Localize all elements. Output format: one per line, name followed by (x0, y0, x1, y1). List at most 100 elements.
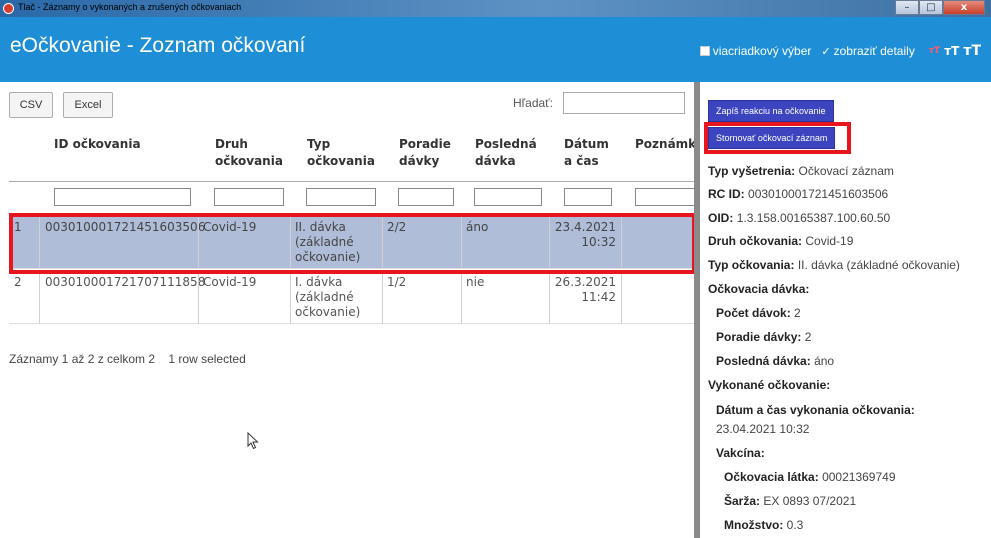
cell-druh: Covid-19 (203, 275, 257, 289)
minimize-button[interactable]: – (895, 0, 919, 15)
cancel-button-highlight (704, 122, 851, 154)
value: 1.3.158.00165387.100.60.50 (736, 211, 891, 225)
multi-select-checkbox[interactable] (699, 46, 710, 56)
cell-date: 26.3.2021 (554, 275, 616, 289)
close-button[interactable]: x (943, 0, 985, 15)
value: II. dávka (základné očkovanie) (797, 258, 960, 272)
cell-posledna: nie (466, 275, 485, 289)
column-header-poradie[interactable]: Poradie dávky (399, 136, 454, 170)
cell-typ: I. dávka (základné očkovanie) (295, 275, 361, 319)
column-divider (39, 270, 40, 324)
row-number: 2 (14, 275, 22, 289)
value: 2 (804, 330, 812, 344)
label: Typ vyšetrenia: (708, 164, 796, 178)
column-divider (549, 270, 550, 324)
app-header: eOčkovanie - Zoznam očkovaní viacriadkov… (0, 17, 991, 82)
font-size-medium-icon[interactable]: тT (944, 44, 959, 58)
selected-row-highlight (9, 213, 696, 274)
detail-datum-cas-label: Dátum a čas vykonania očkovania: (716, 403, 915, 417)
cell-poradie: 1/2 (387, 275, 407, 289)
label: Posledná dávka: (716, 354, 811, 368)
table-info: Záznamy 1 až 2 z celkom 2 1 row selected (9, 352, 246, 366)
multi-select-toggle[interactable]: viacriadkový výber (699, 44, 812, 58)
column-divider (290, 270, 291, 324)
column-divider (382, 270, 383, 324)
label: Počet dávok: (716, 306, 791, 320)
detail-oid: OID: 1.3.158.00165387.100.60.50 (708, 211, 890, 225)
detail-pocet: Počet dávok: 2 (716, 306, 801, 320)
detail-latka: Očkovacia látka: 00021369749 (724, 470, 896, 484)
column-header-poznamka[interactable]: Poznámk (635, 136, 695, 153)
mouse-pointer-icon (247, 431, 259, 453)
label: Vakcína: (716, 446, 765, 460)
search-label: Hľadať: (513, 96, 554, 110)
search-input[interactable] (563, 92, 685, 114)
label: OID: (708, 211, 734, 225)
cell-id: 003010001721707111858 (45, 275, 206, 289)
record-reaction-button[interactable]: Zapíš reakciu na očkovanie (708, 100, 834, 122)
table-row[interactable]: 2 003010001721707111858 Covid-19 I. dávk… (9, 270, 694, 324)
app-shield-icon (3, 3, 14, 14)
excel-export-button[interactable]: Excel (63, 92, 113, 118)
cell-datum: 26.3.2021 11:42 (554, 275, 616, 305)
column-header-id[interactable]: ID očkovania (54, 136, 199, 153)
filter-input-datum[interactable] (564, 188, 612, 206)
column-divider (198, 270, 199, 324)
label: Poradie dávky: (716, 330, 802, 344)
window-controls: – □ x (895, 0, 985, 16)
detail-typ: Typ očkovania: II. dávka (základné očkov… (708, 258, 960, 272)
show-details-toggle[interactable]: ✓ zobraziť detaily (821, 44, 914, 58)
detail-posledna: Posledná dávka: áno (716, 354, 834, 368)
filter-input-id[interactable] (54, 188, 191, 206)
label: RC ID: (708, 187, 745, 201)
value: 0.3 (786, 518, 804, 532)
column-header-typ[interactable]: Typ očkovania (307, 136, 377, 170)
detail-druh: Druh očkovania: Covid-19 (708, 234, 853, 248)
detail-poradie: Poradie dávky: 2 (716, 330, 811, 344)
selection-info: 1 row selected (168, 352, 246, 366)
filter-input-typ[interactable] (306, 188, 376, 206)
filter-input-poradie[interactable] (398, 188, 454, 206)
font-size-large-icon[interactable]: тT (963, 43, 981, 59)
csv-export-button[interactable]: CSV (9, 92, 53, 118)
filter-input-poznamka[interactable] (635, 188, 695, 206)
window-title: Tlač - Záznamy o vykonaných a zrušených … (18, 2, 242, 12)
column-header-posledna[interactable]: Posledná dávka (475, 136, 545, 170)
label: Množstvo: (724, 518, 784, 532)
label: Šarža: (724, 494, 761, 508)
detail-rc-id: RC ID: 003010001721451603506 (708, 187, 888, 201)
column-divider (461, 270, 462, 324)
label: Druh očkovania: (708, 234, 803, 248)
label: Očkovacia dávka: (708, 282, 810, 296)
label: Dátum a čas vykonania očkovania: (716, 403, 915, 417)
detail-panel: Zapíš reakciu na očkovanie Stornovať očk… (700, 82, 991, 538)
header-options: viacriadkový výber ✓ zobraziť detaily тT… (699, 43, 981, 59)
column-header-datum[interactable]: Dátum a čas (564, 136, 614, 170)
filter-input-druh[interactable] (214, 188, 284, 206)
maximize-button[interactable]: □ (919, 0, 943, 15)
cell-time: 11:42 (581, 290, 616, 304)
value: Covid-19 (805, 234, 854, 248)
value: 003010001721451603506 (748, 187, 889, 201)
value: áno (814, 354, 835, 368)
column-header-druh[interactable]: Druh očkovania (215, 136, 285, 170)
value: 2 (794, 306, 801, 320)
detail-sarza: Šarža: EX 0893 07/2021 (724, 494, 856, 508)
detail-vakcina-section: Vakcína: (716, 446, 765, 460)
multi-select-label: viacriadkový výber (712, 44, 812, 58)
column-divider (621, 270, 622, 324)
record-count: Záznamy 1 až 2 z celkom 2 (9, 352, 156, 366)
checkmark-icon[interactable]: ✓ (821, 45, 830, 58)
font-size-small-icon[interactable]: тT (929, 46, 940, 56)
value: EX 0893 07/2021 (763, 494, 857, 508)
detail-typ-vysetrenia: Typ vyšetrenia: Očkovací záznam (708, 164, 894, 178)
label: Očkovacia látka: (724, 470, 819, 484)
page-title: eOčkovanie - Zoznam očkovaní (10, 34, 306, 57)
filter-input-posledna[interactable] (474, 188, 542, 206)
detail-datum-cas: 23.04.2021 10:32 (716, 422, 809, 436)
detail-mnozstvo: Množstvo: 0.3 (724, 518, 803, 532)
detail-davka-section: Očkovacia dávka: (708, 282, 809, 296)
detail-vykonane-section: Vykonané očkovanie: (708, 378, 830, 392)
window-title-bar: Tlač - Záznamy o vykonaných a zrušených … (0, 0, 991, 17)
header-divider (9, 181, 694, 182)
